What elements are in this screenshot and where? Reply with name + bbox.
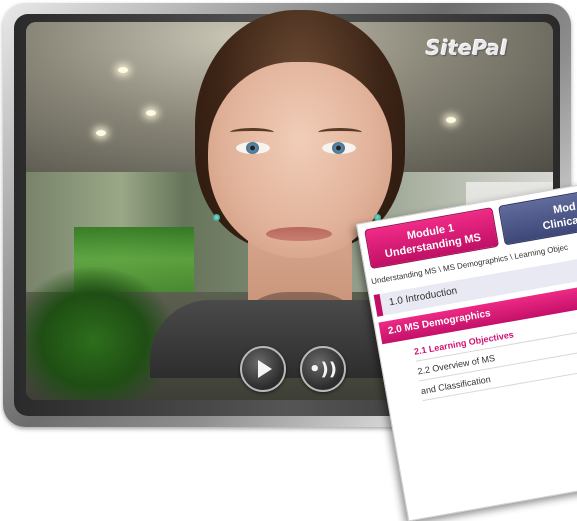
ceiling-light — [96, 130, 106, 136]
volume-button[interactable]: •)) — [300, 346, 346, 392]
course-document: Module 1 Understanding MS Mod Clinical F… — [356, 166, 577, 521]
play-icon — [258, 360, 272, 378]
play-button[interactable] — [240, 346, 286, 392]
avatar-eye-right — [322, 142, 356, 154]
sitepal-logo: SitePal — [426, 36, 508, 60]
section-introduction-label: 1.0 Introduction — [388, 285, 459, 309]
avatar-lips — [266, 227, 332, 241]
ceiling-light — [446, 117, 456, 123]
avatar-eye-left — [236, 142, 270, 154]
volume-icon: •)) — [309, 358, 337, 380]
ceiling-light — [118, 67, 128, 73]
plant — [26, 267, 176, 400]
avatar-brow-left — [230, 128, 274, 137]
ceiling-light — [146, 110, 156, 116]
avatar-earring-left — [213, 214, 220, 221]
avatar-brow-right — [318, 128, 362, 137]
